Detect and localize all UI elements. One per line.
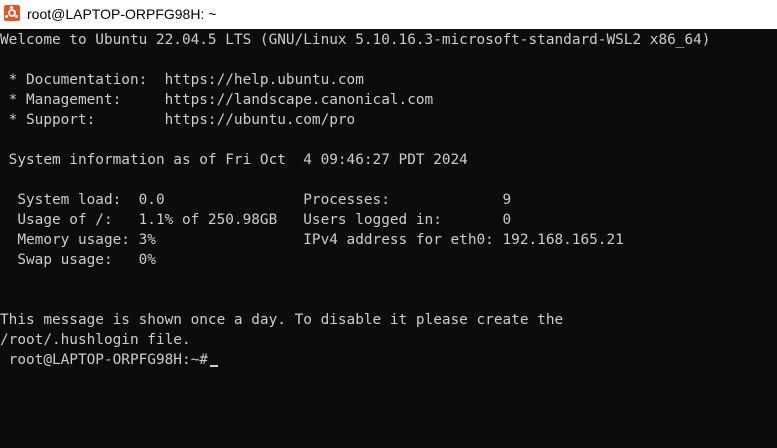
system-load-line: System load: 0.0 Processes: 9 bbox=[0, 192, 512, 208]
swap-usage-line: Swap usage: 0% bbox=[0, 252, 156, 268]
documentation-line: * Documentation: https://help.ubuntu.com bbox=[0, 72, 364, 88]
support-line: * Support: https://ubuntu.com/pro bbox=[0, 112, 356, 128]
management-line: * Management: https://landscape.canonica… bbox=[0, 92, 434, 108]
welcome-line: Welcome to Ubuntu 22.04.5 LTS (GNU/Linux… bbox=[0, 32, 711, 48]
hushlogin-path-line: /root/.hushlogin file. bbox=[0, 332, 191, 348]
window-title: root@LAPTOP-ORPFG98H: ~ bbox=[27, 6, 217, 22]
hushlogin-message-line: This message is shown once a day. To dis… bbox=[0, 312, 564, 328]
title-bar[interactable]: root@LAPTOP-ORPFG98H: ~ bbox=[0, 0, 777, 29]
memory-usage-line: Memory usage: 3% IPv4 address for eth0: … bbox=[0, 232, 624, 248]
shell-prompt[interactable]: root@LAPTOP-ORPFG98H:~# bbox=[0, 350, 218, 370]
system-info-header: System information as of Fri Oct 4 09:46… bbox=[0, 152, 468, 168]
ubuntu-icon bbox=[4, 5, 20, 21]
text-cursor bbox=[209, 365, 218, 367]
terminal-output[interactable]: Welcome to Ubuntu 22.04.5 LTS (GNU/Linux… bbox=[0, 30, 777, 448]
disk-usage-line: Usage of /: 1.1% of 250.98GB Users logge… bbox=[0, 212, 512, 228]
terminal-window: root@LAPTOP-ORPFG98H: ~ Welcome to Ubunt… bbox=[0, 0, 777, 448]
prompt-text: root@LAPTOP-ORPFG98H:~# bbox=[0, 352, 208, 368]
